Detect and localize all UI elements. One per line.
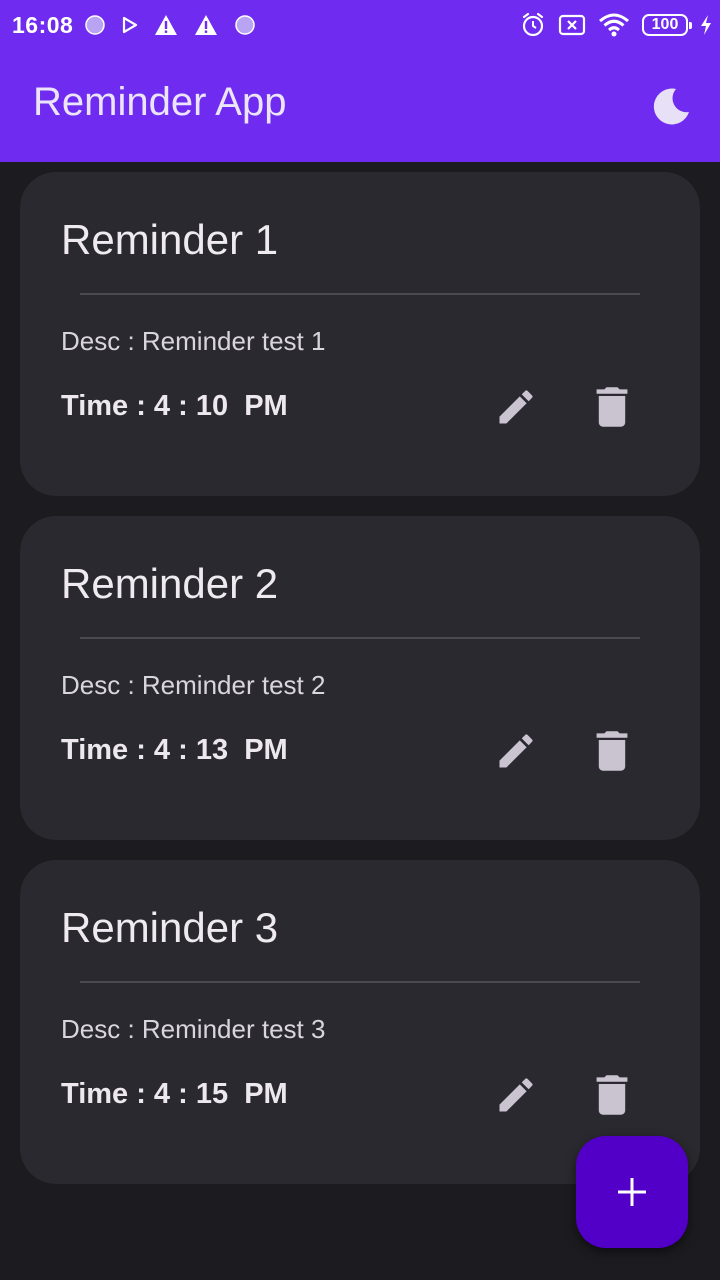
status-bar: 16:08 100: [0, 0, 720, 50]
trash-icon: [596, 731, 628, 771]
card-divider: [80, 981, 640, 983]
reminder-time: Time : 4 : 15 PM: [61, 1078, 288, 1110]
charging-icon: [701, 15, 711, 35]
status-system-icons: 100: [520, 10, 712, 40]
plus-icon: [618, 1178, 646, 1206]
reminder-description: Desc : Reminder test 3: [61, 1014, 326, 1044]
play-store-icon: [122, 16, 138, 34]
reminder-title: Reminder 1: [61, 216, 279, 263]
trash-icon: [596, 387, 628, 427]
delete-button[interactable]: [592, 729, 632, 773]
card-divider: [80, 637, 640, 639]
reminder-time: Time : 4 : 10 PM: [61, 390, 288, 422]
warning-icon: [155, 15, 177, 35]
edit-button[interactable]: [494, 1073, 538, 1117]
delete-button[interactable]: [592, 1073, 632, 1117]
reminder-description: Desc : Reminder test 2: [61, 670, 326, 700]
reminder-title: Reminder 2: [61, 560, 279, 607]
pencil-icon: [499, 390, 533, 424]
sim-x-icon: [558, 14, 586, 36]
warning-icon: [195, 15, 217, 35]
reminder-description: Desc : Reminder test 1: [61, 326, 326, 356]
moon-icon: [653, 88, 689, 125]
trash-icon: [596, 1075, 628, 1115]
reminder-title: Reminder 3: [61, 904, 279, 951]
status-time: 16:08: [12, 12, 74, 38]
notification-dot-icon: [85, 15, 105, 35]
app-bar: Reminder App: [0, 50, 720, 162]
add-reminder-button[interactable]: [576, 1136, 688, 1248]
pencil-icon: [499, 734, 533, 768]
battery-level: 100: [651, 16, 679, 33]
status-notification-icons: [84, 12, 256, 38]
reminder-card: Reminder 1 Desc : Reminder test 1 Time :…: [20, 172, 700, 496]
delete-button[interactable]: [592, 385, 632, 429]
reminder-card: Reminder 2 Desc : Reminder test 2 Time :…: [20, 516, 700, 840]
theme-toggle-button[interactable]: [652, 86, 692, 126]
wifi-icon: [599, 13, 629, 37]
reminder-card: Reminder 3 Desc : Reminder test 3 Time :…: [20, 860, 700, 1184]
edit-button[interactable]: [494, 729, 538, 773]
reminder-time: Time : 4 : 13 PM: [61, 734, 288, 766]
app-title: Reminder App: [33, 80, 287, 124]
battery-icon: 100: [642, 14, 692, 36]
card-divider: [80, 293, 640, 295]
edit-button[interactable]: [494, 385, 538, 429]
alarm-icon: [522, 12, 544, 37]
pencil-icon: [499, 1078, 533, 1112]
notification-dot-icon: [235, 15, 255, 35]
